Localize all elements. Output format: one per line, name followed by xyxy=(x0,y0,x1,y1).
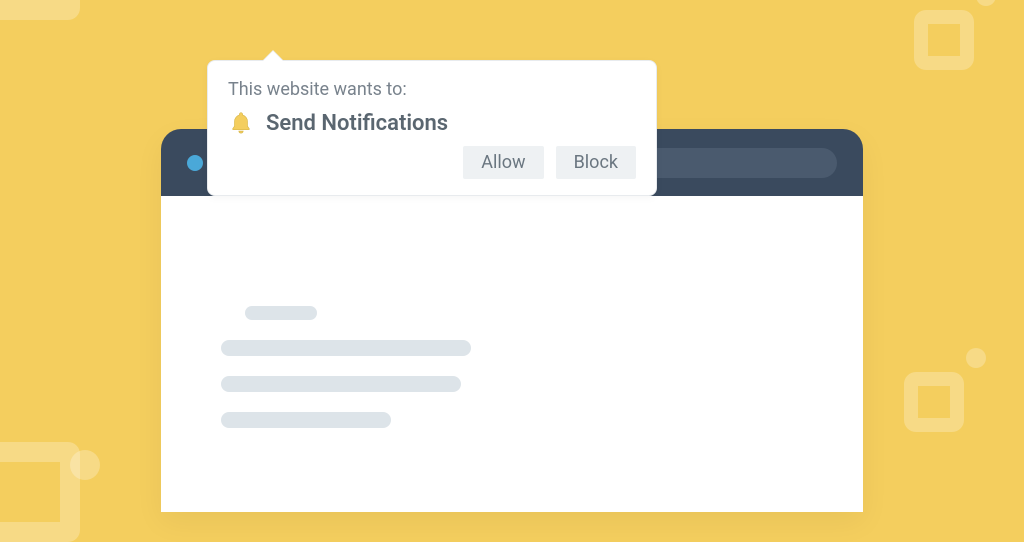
skeleton-line xyxy=(221,376,461,392)
popup-heading: This website wants to: xyxy=(228,79,636,100)
allow-button[interactable]: Allow xyxy=(463,146,543,179)
window-control-close[interactable] xyxy=(187,155,203,171)
background-decoration xyxy=(0,0,60,20)
background-decoration xyxy=(0,462,60,542)
skeleton-line xyxy=(221,412,391,428)
skeleton-line xyxy=(221,340,471,356)
popup-actions: Allow Block xyxy=(228,146,636,179)
bell-icon xyxy=(228,110,254,136)
background-decoration xyxy=(914,0,994,70)
skeleton-line xyxy=(245,306,317,320)
popup-title: Send Notifications xyxy=(266,111,448,136)
background-decoration xyxy=(904,352,984,432)
permission-popup: This website wants to: Send Notification… xyxy=(207,60,657,196)
page-content xyxy=(161,196,863,512)
block-button[interactable]: Block xyxy=(556,146,636,179)
